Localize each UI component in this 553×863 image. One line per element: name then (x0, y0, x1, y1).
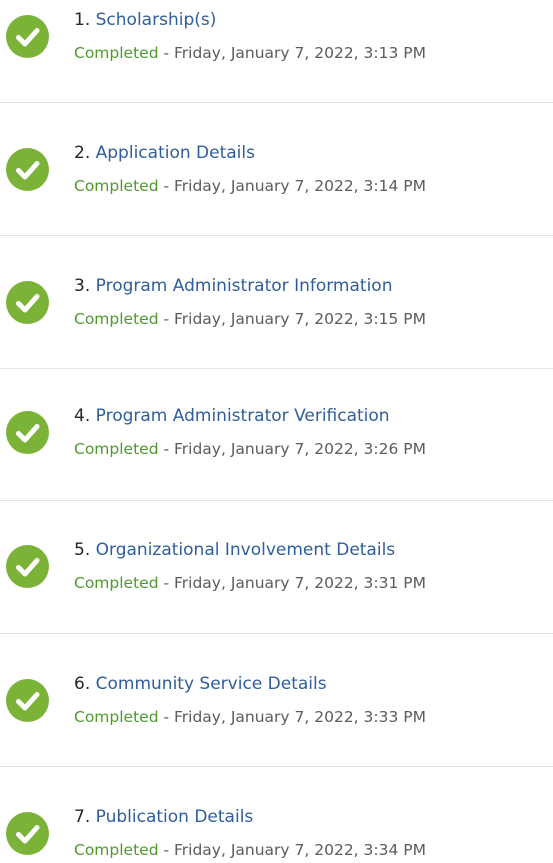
completed-timestamp: Friday, January 7, 2022, 3:15 PM (174, 310, 426, 328)
divider (0, 633, 553, 634)
check-circle-icon (6, 281, 49, 324)
divider (0, 766, 553, 767)
divider (0, 102, 553, 103)
status-separator: - (158, 310, 174, 328)
step-status: Completed - Friday, January 7, 2022, 3:1… (74, 308, 426, 330)
step-link-program-administrator-information[interactable]: Program Administrator Information (96, 276, 393, 296)
completed-label: Completed (74, 708, 159, 726)
completed-label: Completed (74, 310, 159, 328)
status-separator: - (158, 177, 174, 195)
check-circle-icon (6, 545, 49, 588)
step-title: 7. Publication Details (74, 806, 253, 828)
step-status: Completed - Friday, January 7, 2022, 3:1… (74, 175, 426, 197)
completed-label: Completed (74, 177, 159, 195)
step-status: Completed - Friday, January 7, 2022, 3:1… (74, 42, 426, 64)
step-number: 7. (74, 807, 91, 827)
step-title: 3. Program Administrator Information (74, 275, 392, 297)
step-link-application-details[interactable]: Application Details (96, 143, 255, 163)
completed-label: Completed (74, 574, 159, 592)
completed-timestamp: Friday, January 7, 2022, 3:33 PM (174, 708, 426, 726)
step-title: 2. Application Details (74, 142, 255, 164)
step-item-organizational-involvement-details: 5. Organizational Involvement Details Co… (0, 536, 553, 596)
step-item-application-details: 2. Application Details Completed - Frida… (0, 139, 553, 199)
divider (0, 500, 553, 501)
step-link-publication-details[interactable]: Publication Details (96, 807, 254, 827)
step-number: 2. (74, 143, 91, 163)
check-circle-icon (6, 411, 49, 454)
status-separator: - (158, 574, 174, 592)
completed-label: Completed (74, 440, 159, 458)
step-title: 5. Organizational Involvement Details (74, 539, 395, 561)
step-number: 3. (74, 276, 91, 296)
check-circle-icon (6, 679, 49, 722)
step-item-scholarships: 1. Scholarship(s) Completed - Friday, Ja… (0, 6, 553, 66)
check-circle-icon (6, 15, 49, 58)
step-link-community-service-details[interactable]: Community Service Details (96, 674, 327, 694)
step-item-program-administrator-information: 3. Program Administrator Information Com… (0, 272, 553, 332)
check-circle-icon (6, 148, 49, 191)
step-title: 4. Program Administrator Verification (74, 405, 390, 427)
step-title: 1. Scholarship(s) (74, 9, 216, 31)
step-link-organizational-involvement-details[interactable]: Organizational Involvement Details (96, 540, 396, 560)
check-circle-icon (6, 812, 49, 855)
completed-label: Completed (74, 44, 159, 62)
status-separator: - (158, 841, 174, 859)
step-number: 1. (74, 10, 91, 30)
step-link-program-administrator-verification[interactable]: Program Administrator Verification (96, 406, 390, 426)
step-status: Completed - Friday, January 7, 2022, 3:2… (74, 438, 426, 460)
step-number: 4. (74, 406, 91, 426)
status-separator: - (158, 440, 174, 458)
completed-timestamp: Friday, January 7, 2022, 3:26 PM (174, 440, 426, 458)
step-item-community-service-details: 6. Community Service Details Completed -… (0, 670, 553, 730)
step-title: 6. Community Service Details (74, 673, 327, 695)
divider (0, 368, 553, 369)
step-item-program-administrator-verification: 4. Program Administrator Verification Co… (0, 402, 553, 462)
step-number: 5. (74, 540, 91, 560)
step-status: Completed - Friday, January 7, 2022, 3:3… (74, 572, 426, 594)
step-link-scholarships[interactable]: Scholarship(s) (96, 10, 217, 30)
step-item-publication-details: 7. Publication Details Completed - Frida… (0, 803, 553, 863)
completed-timestamp: Friday, January 7, 2022, 3:34 PM (174, 841, 426, 859)
completed-timestamp: Friday, January 7, 2022, 3:13 PM (174, 44, 426, 62)
completed-timestamp: Friday, January 7, 2022, 3:14 PM (174, 177, 426, 195)
completed-timestamp: Friday, January 7, 2022, 3:31 PM (174, 574, 426, 592)
status-separator: - (158, 708, 174, 726)
status-separator: - (158, 44, 174, 62)
divider (0, 235, 553, 236)
step-number: 6. (74, 674, 91, 694)
step-status: Completed - Friday, January 7, 2022, 3:3… (74, 839, 426, 861)
step-status: Completed - Friday, January 7, 2022, 3:3… (74, 706, 426, 728)
completed-label: Completed (74, 841, 159, 859)
